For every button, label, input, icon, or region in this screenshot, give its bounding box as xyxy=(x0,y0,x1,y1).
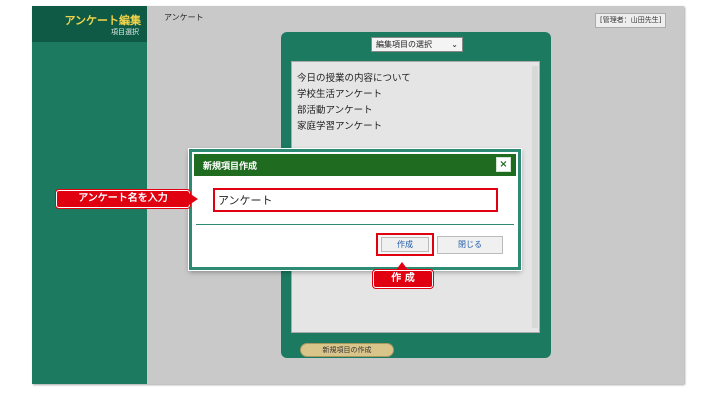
list-scrollbar[interactable] xyxy=(532,66,538,328)
page-title: アンケート xyxy=(164,13,204,22)
chevron-down-icon: ⌄ xyxy=(451,40,458,49)
survey-name-input[interactable] xyxy=(213,188,498,212)
callout-arrow-right-icon xyxy=(189,193,198,205)
new-item-button[interactable]: 新規項目の作成 xyxy=(300,343,394,357)
create-button-highlight: 作成 xyxy=(376,233,434,256)
new-item-dialog: 新規項目作成 × 作成 閉じる xyxy=(189,149,521,270)
create-button[interactable]: 作成 xyxy=(381,237,429,252)
list-item[interactable]: 学校生活アンケート xyxy=(297,86,382,100)
dialog-title: 新規項目作成 xyxy=(203,162,258,172)
user-label: [管理者：山田先生] xyxy=(595,13,667,28)
sidebar-subtitle: 項目選択 xyxy=(111,28,139,36)
sidebar-title: アンケート編集 xyxy=(64,14,141,27)
item-select-value: 編集項目の選択 xyxy=(376,40,432,49)
callout-create: 作 成 xyxy=(373,270,433,288)
close-icon[interactable]: × xyxy=(496,157,511,172)
list-item[interactable]: 家庭学習アンケート xyxy=(297,118,382,132)
item-select-dropdown[interactable]: 編集項目の選択 ⌄ xyxy=(371,37,463,52)
callout-enter-name: アンケート名を入力 xyxy=(56,190,190,208)
callout-arrow-up-icon xyxy=(396,262,408,270)
list-item[interactable]: 部活動アンケート xyxy=(297,102,373,116)
dialog-header: 新規項目作成 × xyxy=(194,154,516,176)
list-item[interactable]: 今日の授業の内容について xyxy=(297,70,411,84)
sidebar-header: アンケート編集 項目選択 xyxy=(32,6,147,42)
close-button[interactable]: 閉じる xyxy=(437,236,503,254)
dialog-divider xyxy=(196,224,514,225)
